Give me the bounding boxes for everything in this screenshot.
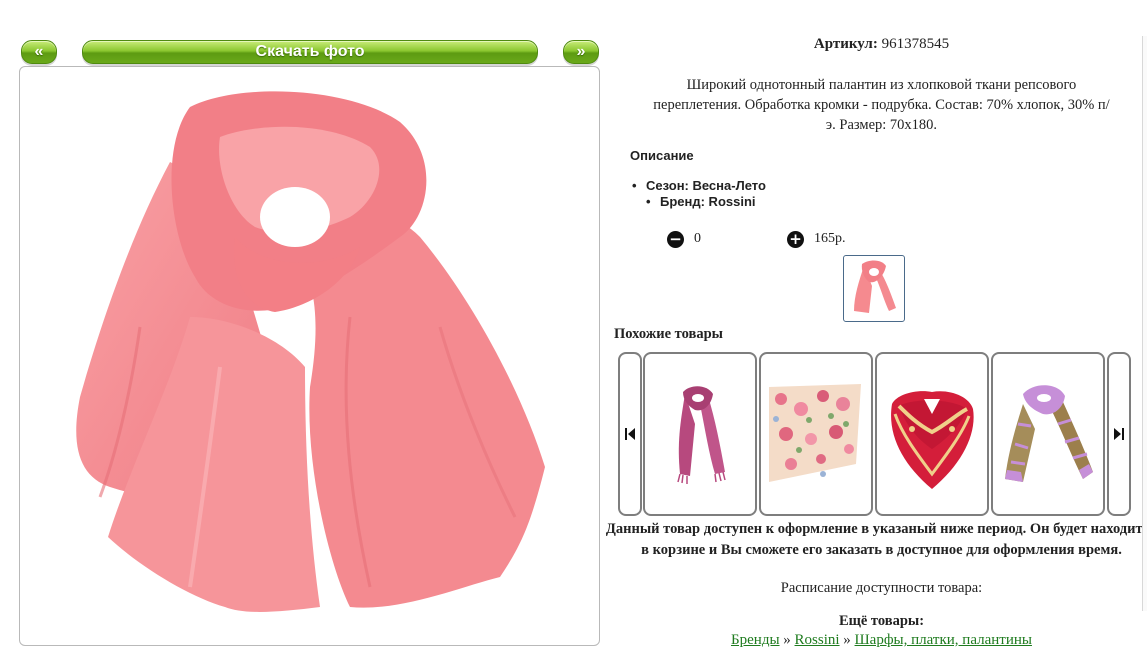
similar-item-floral-shawl[interactable] [759, 352, 873, 516]
article-number: Артикул: 961378545 [813, 36, 950, 52]
price-value: 165р. [814, 231, 846, 246]
similar-products-title: Похожие товары [614, 326, 723, 342]
minus-icon[interactable]: − [667, 231, 684, 248]
property-season: • Сезон: Весна-Лето [632, 178, 766, 193]
properties-list: • Сезон: Весна-Лето • Бренд: Rossini [632, 178, 766, 210]
product-description: Широкий однотонный палантин из хлопковой… [653, 77, 1110, 133]
similar-item-red-paisley-shawl[interactable] [875, 352, 989, 516]
download-photo-button[interactable]: Скачать фото [82, 40, 538, 64]
similar-item-purple-paisley-scarf[interactable] [991, 352, 1105, 516]
breadcrumb: Бренды » Rossini » Шарфы, платки, палант… [731, 632, 1032, 648]
availability-schedule-label: Расписание доступности товара: [780, 580, 983, 596]
skip-forward-icon [1114, 428, 1124, 440]
availability-notice: Данный товар доступен к оформление в ука… [605, 521, 1147, 558]
similar-item-pink-scarf[interactable] [643, 352, 757, 516]
more-products-title: Ещё товары: [838, 613, 925, 629]
next-photo-button[interactable]: » [563, 40, 599, 64]
scarf-image [76, 91, 545, 612]
plus-icon[interactable]: + [787, 231, 804, 248]
scrollbar[interactable] [1142, 36, 1147, 611]
skip-back-icon [625, 428, 635, 440]
photo-thumbnail[interactable] [843, 255, 905, 322]
carousel-next-button[interactable] [1107, 352, 1131, 516]
carousel-prev-button[interactable] [618, 352, 642, 516]
product-photo [19, 66, 600, 646]
quantity-value: 0 [694, 231, 701, 246]
property-brand: • Бренд: Rossini [646, 194, 756, 209]
prev-photo-button[interactable]: « [21, 40, 57, 64]
description-heading: Описание [630, 148, 694, 163]
